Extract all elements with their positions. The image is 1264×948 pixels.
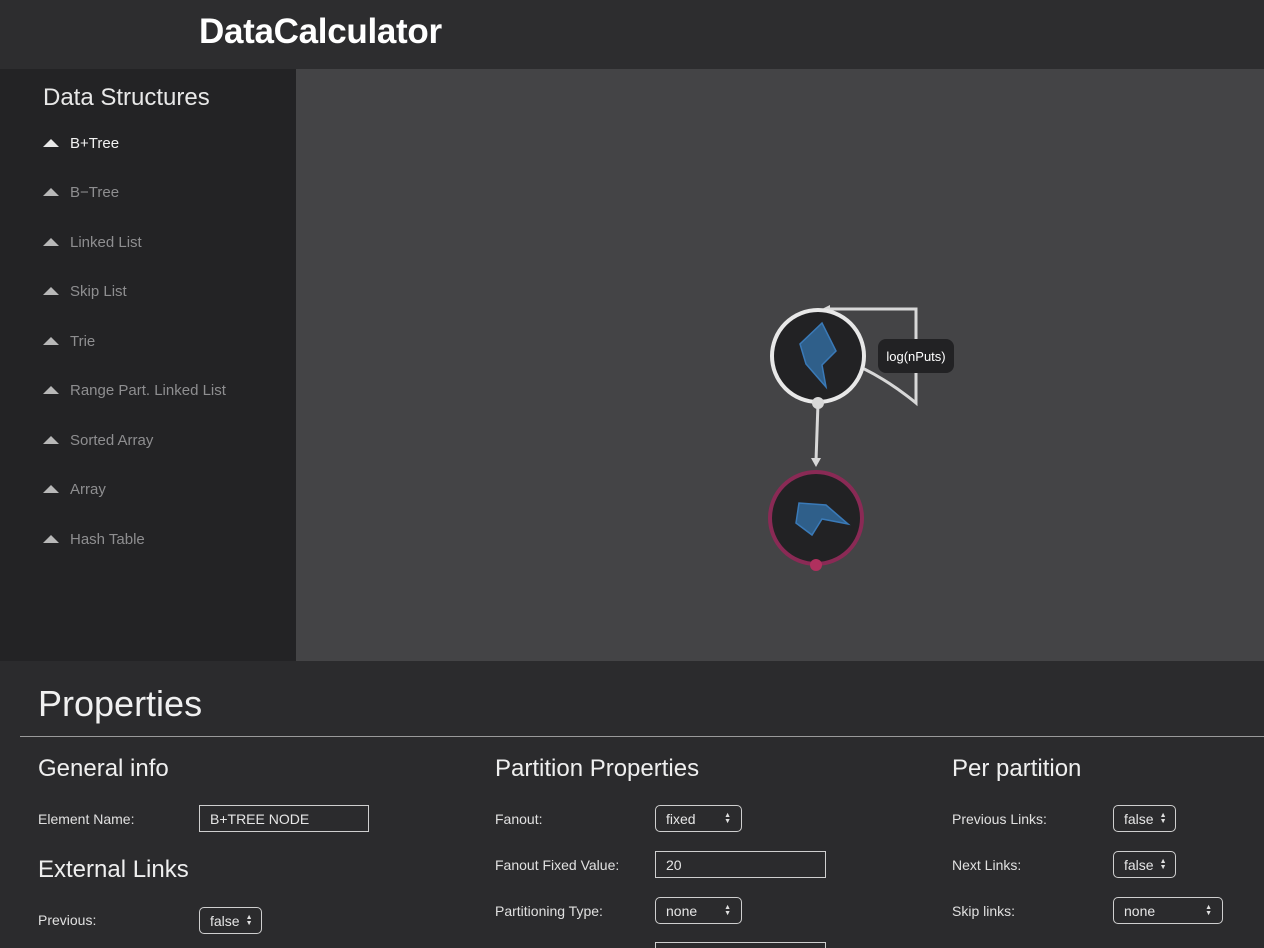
sidebar-item-bplus-tree[interactable]: B+Tree (43, 131, 119, 155)
collapse-triangle-icon (43, 535, 59, 543)
partitioning-type-label: Partitioning Type: (495, 903, 603, 919)
collapse-triangle-icon (43, 139, 59, 147)
sidebar-item-array[interactable]: Array (43, 477, 106, 501)
sidebar: Data Structures B+Tree B−Tree Linked Lis… (0, 69, 296, 661)
sidebar-item-trie[interactable]: Trie (43, 329, 95, 353)
sidebar-item-sorted-array[interactable]: Sorted Array (43, 428, 153, 452)
next-links-select[interactable]: false ▲ ▼ (1113, 851, 1176, 878)
partition-properties-title: Partition Properties (495, 755, 700, 782)
sidebar-item-hash-table[interactable]: Hash Table (43, 527, 145, 551)
properties-divider (20, 736, 1264, 737)
partitioning-type-select-value: none (666, 902, 698, 919)
partially-visible-input[interactable] (655, 942, 826, 948)
properties-panel: Properties General info Element Name: B+… (0, 661, 1264, 948)
collapse-triangle-icon (43, 386, 59, 394)
select-arrows-icon: ▲ ▼ (1159, 857, 1167, 871)
sidebar-item-label: Trie (70, 332, 96, 350)
sidebar-item-label: Array (70, 480, 106, 498)
sidebar-item-label: Hash Table (70, 530, 145, 548)
fanout-select[interactable]: fixed ▲ ▼ (655, 805, 742, 832)
node-output-port[interactable] (812, 397, 824, 409)
collapse-triangle-icon (43, 287, 59, 295)
element-name-label: Element Name: (38, 811, 135, 827)
collapse-triangle-icon (43, 337, 59, 345)
app-title: DataCalculator (199, 12, 442, 51)
sidebar-item-skip-list[interactable]: Skip List (43, 279, 127, 303)
leaf-node-output-port[interactable] (810, 559, 822, 571)
child-edge-arrowhead (811, 458, 821, 467)
skip-links-select-value: none (1124, 902, 1156, 919)
collapse-triangle-icon (43, 436, 59, 444)
previous-label: Previous: (38, 912, 97, 928)
collapse-triangle-icon (43, 485, 59, 493)
edge-label-badge[interactable]: log(nPuts) (878, 339, 954, 373)
leaf-node[interactable] (768, 470, 864, 566)
select-arrows-icon: ▲ ▼ (1205, 903, 1212, 917)
select-arrows-icon: ▲ ▼ (245, 913, 253, 927)
fanout-select-value: fixed (666, 810, 696, 827)
sidebar-item-label: Linked List (70, 233, 142, 251)
design-canvas[interactable]: log(nPuts) (296, 69, 1264, 661)
properties-title: Properties (38, 683, 203, 724)
external-links-title: External Links (38, 856, 189, 883)
previous-select-value: false (210, 912, 240, 929)
next-links-label: Next Links: (952, 857, 1022, 873)
collapse-triangle-icon (43, 238, 59, 246)
sidebar-item-b-tree[interactable]: B−Tree (43, 180, 119, 204)
sidebar-item-label: B−Tree (70, 183, 120, 201)
edge-label-text: log(nPuts) (886, 349, 945, 364)
general-info-title: General info (38, 755, 169, 782)
previous-links-select-value: false (1124, 810, 1154, 827)
per-partition-title: Per partition (952, 755, 1082, 782)
sidebar-item-linked-list[interactable]: Linked List (43, 230, 142, 254)
child-edge[interactable] (814, 402, 820, 462)
select-arrows-icon: ▲ ▼ (724, 811, 731, 825)
sidebar-item-label: B+Tree (70, 134, 120, 152)
fanout-fixed-value-input[interactable]: 20 (655, 851, 826, 878)
sidebar-title: Data Structures (43, 84, 210, 111)
previous-links-select[interactable]: false ▲ ▼ (1113, 805, 1176, 832)
element-name-input[interactable]: B+TREE NODE (199, 805, 369, 832)
bplus-tree-node[interactable] (770, 308, 866, 404)
select-arrows-icon: ▲ ▼ (724, 903, 731, 917)
sidebar-item-range-part-linked-list[interactable]: Range Part. Linked List (43, 378, 226, 402)
sidebar-item-label: Sorted Array (70, 431, 154, 449)
diagram-svg: log(nPuts) (768, 305, 954, 571)
partitioning-type-select[interactable]: none ▲ ▼ (655, 897, 742, 924)
top-bar: DataCalculator (0, 0, 1264, 69)
collapse-triangle-icon (43, 188, 59, 196)
skip-links-label: Skip links: (952, 903, 1016, 919)
sidebar-item-label: Skip List (70, 282, 127, 300)
fanout-label: Fanout: (495, 811, 543, 827)
previous-links-label: Previous Links: (952, 811, 1047, 827)
skip-links-select[interactable]: none ▲ ▼ (1113, 897, 1223, 924)
previous-select[interactable]: false ▲ ▼ (199, 907, 262, 934)
sidebar-item-label: Range Part. Linked List (70, 381, 226, 399)
fanout-fixed-value-label: Fanout Fixed Value: (495, 857, 620, 873)
select-arrows-icon: ▲ ▼ (1159, 811, 1167, 825)
next-links-select-value: false (1124, 856, 1154, 873)
